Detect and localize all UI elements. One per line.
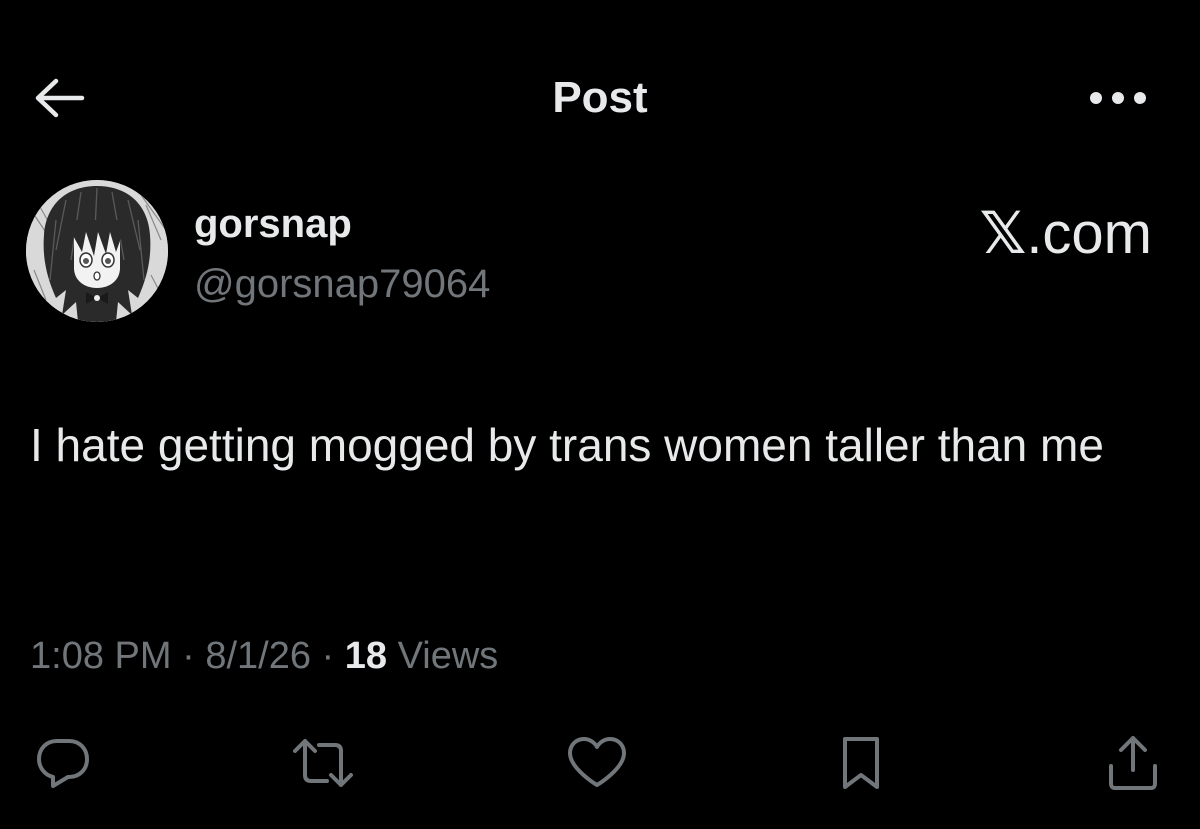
anime-avatar-icon	[26, 180, 168, 322]
share-button[interactable]	[1098, 728, 1168, 798]
source-domain: .com	[1026, 201, 1152, 266]
reply-icon	[35, 735, 91, 791]
avatar[interactable]	[26, 180, 168, 322]
post-author: gorsnap @gorsnap79064 𝕏.com	[26, 180, 1176, 330]
post-time: 1:08 PM	[30, 635, 172, 677]
share-icon	[1105, 734, 1161, 792]
page-title: Post	[552, 73, 648, 122]
repost-icon	[291, 735, 355, 791]
repost-button[interactable]	[288, 728, 358, 798]
author-handle[interactable]: @gorsnap79064	[194, 260, 490, 308]
views-label: Views	[387, 635, 499, 677]
bookmark-button[interactable]	[826, 728, 896, 798]
more-horizontal-icon	[1088, 91, 1148, 105]
meta-separator: ·	[171, 635, 206, 677]
action-bar	[0, 720, 1200, 800]
bookmark-icon	[839, 735, 883, 791]
like-icon	[566, 735, 628, 791]
post-text: I hate getting mogged by trans women tal…	[30, 419, 1104, 471]
source-watermark: 𝕏.com	[980, 202, 1152, 265]
top-bar: Post	[0, 50, 1200, 140]
reply-button[interactable]	[28, 728, 98, 798]
meta-separator: ·	[310, 635, 345, 677]
post-date: 8/1/26	[205, 635, 311, 677]
more-options-button[interactable]	[1080, 70, 1156, 126]
views-count[interactable]: 18	[345, 635, 387, 677]
post-meta: 1:08 PM · 8/1/26 · 18 Views	[30, 632, 1150, 680]
author-display-name[interactable]: gorsnap	[194, 200, 352, 248]
like-button[interactable]	[562, 728, 632, 798]
x-logo-icon: 𝕏	[979, 199, 1027, 267]
